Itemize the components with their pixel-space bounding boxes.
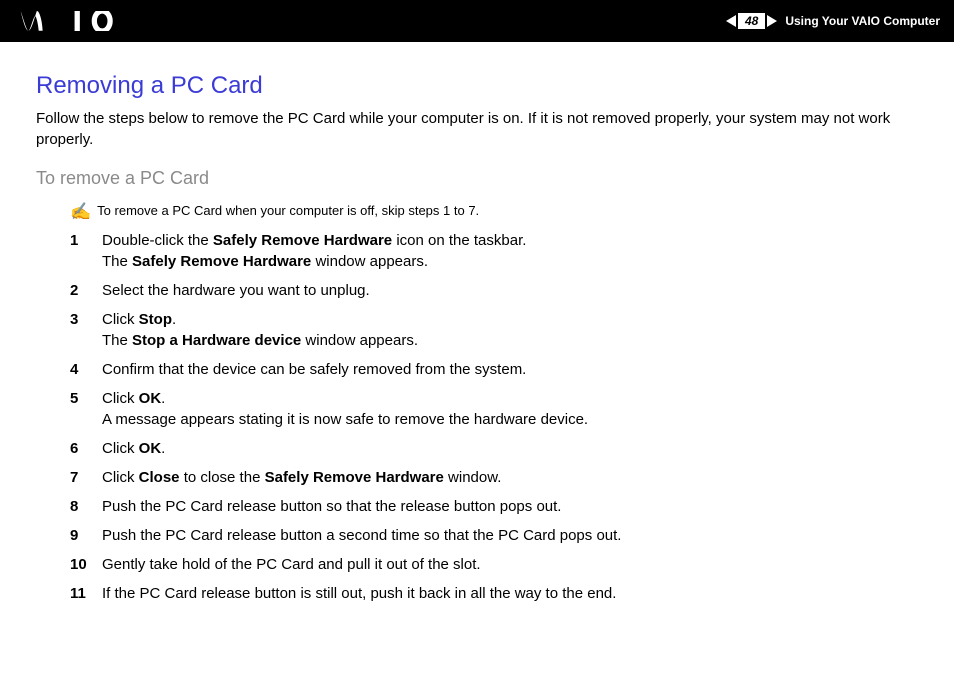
step-item: Confirm that the device can be safely re… xyxy=(70,359,918,380)
page-navigation: 48 xyxy=(726,13,777,29)
note: ✍ To remove a PC Card when your computer… xyxy=(70,203,918,220)
step-item: Gently take hold of the PC Card and pull… xyxy=(70,554,918,575)
section-title: Using Your VAIO Computer xyxy=(785,13,940,30)
page-number: 48 xyxy=(738,13,765,29)
intro-text: Follow the steps below to remove the PC … xyxy=(36,108,918,150)
step-item: Click OK.A message appears stating it is… xyxy=(70,388,918,430)
step-item: Select the hardware you want to unplug. xyxy=(70,280,918,301)
steps-list: Double-click the Safely Remove Hardware … xyxy=(70,230,918,604)
note-icon: ✍ xyxy=(70,203,91,220)
prev-page-icon[interactable] xyxy=(726,15,736,27)
note-text: To remove a PC Card when your computer i… xyxy=(97,203,479,218)
step-item: Push the PC Card release button a second… xyxy=(70,525,918,546)
page-title: Removing a PC Card xyxy=(36,72,918,100)
subtitle: To remove a PC Card xyxy=(36,168,918,189)
step-item: Click Close to close the Safely Remove H… xyxy=(70,467,918,488)
step-item: If the PC Card release button is still o… xyxy=(70,583,918,604)
vaio-logo xyxy=(20,11,116,31)
step-item: Double-click the Safely Remove Hardware … xyxy=(70,230,918,272)
step-item: Click OK. xyxy=(70,438,918,459)
next-page-icon[interactable] xyxy=(767,15,777,27)
page-header: 48 Using Your VAIO Computer xyxy=(0,0,954,42)
step-item: Click Stop.The Stop a Hardware device wi… xyxy=(70,309,918,351)
step-item: Push the PC Card release button so that … xyxy=(70,496,918,517)
page-content: Removing a PC Card Follow the steps belo… xyxy=(0,42,954,604)
